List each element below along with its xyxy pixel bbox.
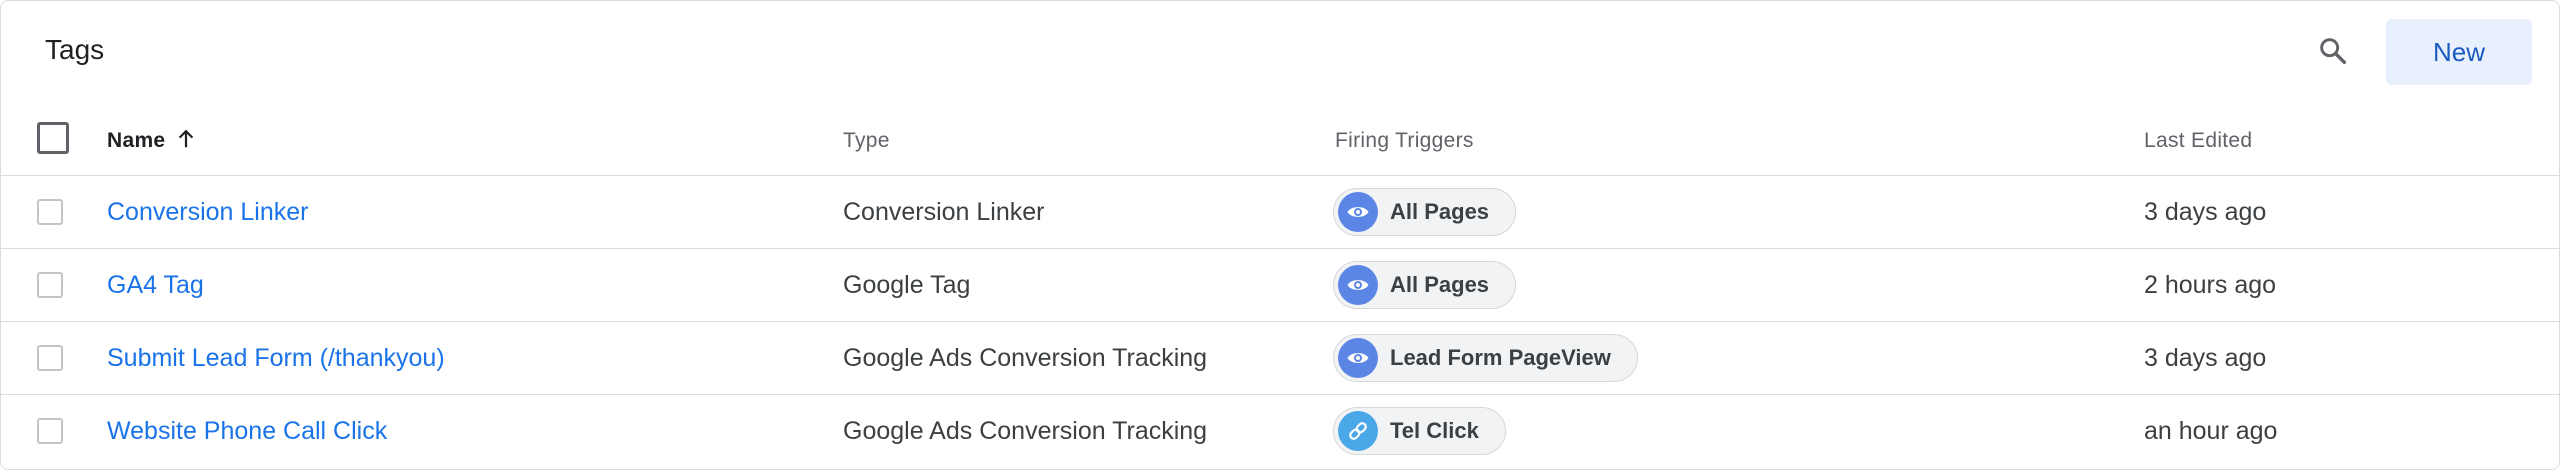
trigger-chip[interactable]: All Pages [1333,188,1517,236]
trigger-label: All Pages [1390,199,1490,224]
tag-type: Google Ads Conversion Tracking [843,417,1208,445]
table-row[interactable]: Conversion Linker Conversion Linker All … [1,176,2559,249]
table-row[interactable]: Submit Lead Form (/thankyou) Google Ads … [1,322,2559,395]
new-button[interactable]: New [2386,19,2532,85]
card-header: Tags New [1,1,2559,101]
row-checkbox[interactable] [37,418,63,444]
search-icon [2320,38,2347,65]
table-header-row: Name Type Firing Triggers Last Edited [1,103,2559,176]
select-all-checkbox[interactable] [37,122,69,154]
column-header-type[interactable]: Type [843,127,890,155]
trigger-icon-badge [1338,338,1378,378]
eye-icon [1347,280,1369,290]
trigger-label: Tel Click [1390,418,1479,443]
tag-type: Google Ads Conversion Tracking [843,344,1208,372]
trigger-label: All Pages [1390,272,1490,297]
table-row[interactable]: Website Phone Call Click Google Ads Conv… [1,395,2559,467]
table-row[interactable]: GA4 Tag Google Tag All Pages 2 hours ago [1,249,2559,322]
trigger-icon-badge [1338,265,1378,305]
trigger-icon-badge [1338,192,1378,232]
trigger-chip[interactable]: All Pages [1333,261,1517,309]
row-checkbox[interactable] [37,199,63,225]
trigger-chip[interactable]: Tel Click [1333,407,1506,455]
last-edited: an hour ago [2144,417,2278,445]
column-header-firing-triggers[interactable]: Firing Triggers [1335,127,1474,155]
tag-type: Google Tag [843,271,971,299]
column-header-name[interactable]: Name [107,127,197,158]
trigger-icon-badge [1338,411,1378,451]
tag-name-link[interactable]: Submit Lead Form (/thankyou) [107,342,445,374]
last-edited: 3 days ago [2144,344,2267,372]
last-edited: 3 days ago [2144,198,2267,226]
arrow-up-icon [175,128,197,158]
row-checkbox[interactable] [37,272,63,298]
row-checkbox[interactable] [37,345,63,371]
last-edited: 2 hours ago [2144,271,2277,299]
tag-name-link[interactable]: GA4 Tag [107,269,204,301]
search-button[interactable] [2309,27,2357,75]
link-icon [1349,422,1367,440]
tags-card: Tags New Name Type Firing Triggers Last … [0,0,2560,470]
page-title: Tags [45,34,105,65]
trigger-chip[interactable]: Lead Form PageView [1333,334,1638,382]
tag-name-link[interactable]: Conversion Linker [107,196,309,228]
trigger-label: Lead Form PageView [1390,345,1611,370]
eye-icon [1347,207,1369,217]
column-header-name-label: Name [107,129,166,152]
tag-name-link[interactable]: Website Phone Call Click [107,415,387,447]
column-header-last-edited[interactable]: Last Edited [2144,127,2252,155]
tag-type: Conversion Linker [843,198,1045,226]
eye-icon [1347,353,1369,363]
